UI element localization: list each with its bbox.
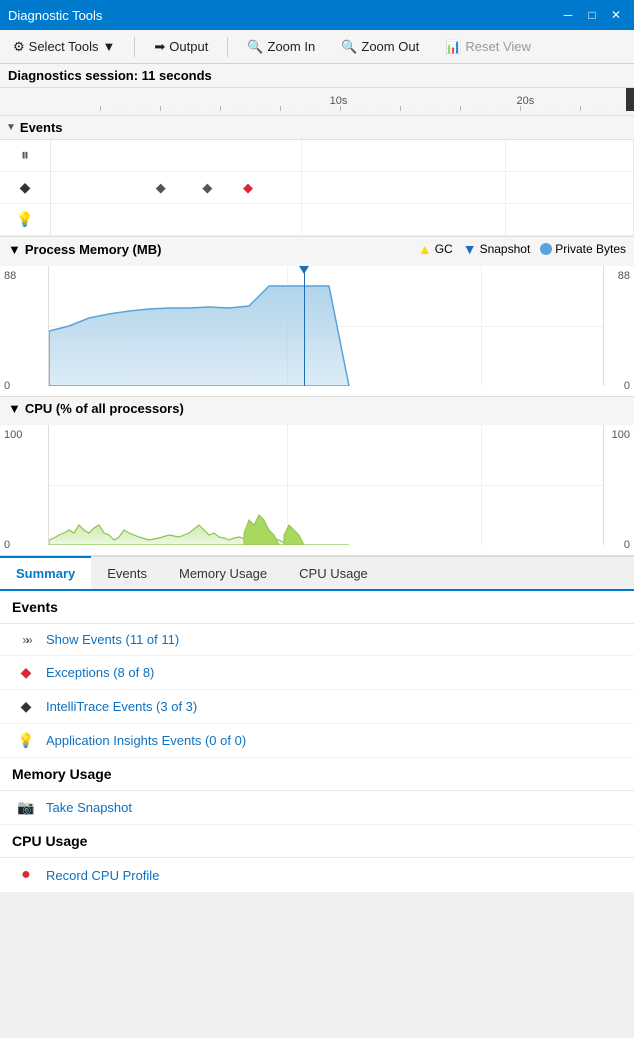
restore-button[interactable]: □ — [582, 5, 602, 25]
dropdown-arrow-icon: ▼ — [103, 39, 116, 54]
take-snapshot-link[interactable]: Take Snapshot — [46, 800, 132, 815]
insights-item[interactable]: 💡 Application Insights Events (0 of 0) — [0, 724, 634, 758]
events-title: Events — [20, 120, 63, 135]
tab-memory-usage[interactable]: Memory Usage — [163, 557, 283, 589]
insights-link[interactable]: Application Insights Events (0 of 0) — [46, 733, 246, 748]
insights-track — [50, 204, 634, 235]
take-snapshot-item[interactable]: 📷 Take Snapshot — [0, 791, 634, 825]
ruler-track: 10s 20s — [100, 88, 634, 111]
gc-icon: ▲ — [418, 241, 432, 257]
intellitrace-link[interactable]: IntelliTrace Events (3 of 3) — [46, 699, 197, 714]
snapshot-legend-icon: ▼ — [463, 241, 477, 257]
gc-legend: ▲ GC — [418, 241, 453, 257]
close-button[interactable]: ✕ — [606, 5, 626, 25]
snapshot-triangle-icon — [299, 266, 309, 274]
charts-area: ▼ Events ⏸ ◆ ◆ ◆ ◆ 💡 — [0, 116, 634, 556]
minimize-button[interactable]: ─ — [558, 5, 578, 25]
memory-collapse-icon: ▼ — [8, 242, 21, 257]
ruler-20s: 20s — [517, 95, 535, 107]
event-marker-3: ◆ — [243, 180, 253, 196]
cpu-section: ▼ CPU (% of all processors) 100 0 — [0, 397, 634, 556]
intellitrace-item[interactable]: ◆ IntelliTrace Events (3 of 3) — [0, 690, 634, 724]
window-title: Diagnostic Tools — [8, 8, 102, 23]
exception-row-icon: ◆ — [0, 179, 50, 196]
summary-cpu-title: CPU Usage — [0, 825, 634, 858]
exception-event-row: ◆ ◆ ◆ ◆ — [0, 172, 634, 204]
zoom-out-button[interactable]: 🔍 Zoom Out — [334, 36, 426, 58]
exception-diamond-icon: ◆ — [16, 664, 36, 681]
record-circle-icon: ● — [16, 866, 36, 884]
summary-events-title: Events — [0, 591, 634, 624]
output-button[interactable]: ➡ Output — [147, 36, 215, 58]
pause-event-row: ⏸ — [0, 140, 634, 172]
session-info: Diagnostics session: 11 seconds — [0, 64, 634, 88]
show-events-item[interactable]: »» Show Events (11 of 11) — [0, 624, 634, 656]
reset-view-button[interactable]: 📊 Reset View — [438, 36, 538, 58]
cpu-chart-plot — [48, 425, 604, 545]
events-chart: ⏸ ◆ ◆ ◆ ◆ 💡 — [0, 140, 634, 237]
events-section-header: ▼ Events — [0, 116, 634, 140]
exception-track: ◆ ◆ ◆ — [50, 172, 634, 203]
snapshot-legend: ▼ Snapshot — [463, 241, 531, 257]
show-events-link[interactable]: Show Events (11 of 11) — [46, 632, 179, 647]
zoom-out-icon: 🔍 — [341, 39, 357, 55]
memory-y-labels-left: 88 0 — [0, 266, 48, 396]
toolbar-separator-2 — [227, 37, 228, 57]
cpu-title: CPU (% of all processors) — [25, 401, 184, 416]
select-tools-button[interactable]: ⚙ Select Tools ▼ — [6, 36, 122, 58]
show-events-icon: »» — [16, 633, 36, 647]
event-marker-2: ◆ — [202, 180, 212, 196]
toolbar: ⚙ Select Tools ▼ ➡ Output 🔍 Zoom In 🔍 Zo… — [0, 30, 634, 64]
toolbar-separator — [134, 37, 135, 57]
memory-chart-container: 88 0 — [0, 266, 634, 396]
cpu-chart-container: 100 0 — [0, 425, 634, 555]
memory-section: ▼ Process Memory (MB) ▲ GC ▼ Snapshot Pr… — [0, 237, 634, 397]
tab-summary[interactable]: Summary — [0, 556, 91, 589]
private-bytes-legend: Private Bytes — [540, 242, 626, 256]
window-controls: ─ □ ✕ — [558, 5, 626, 25]
exceptions-item[interactable]: ◆ Exceptions (8 of 8) — [0, 656, 634, 690]
summary-panel: Events »» Show Events (11 of 11) ◆ Excep… — [0, 591, 634, 893]
title-bar: Diagnostic Tools ─ □ ✕ — [0, 0, 634, 30]
tab-cpu-usage[interactable]: CPU Usage — [283, 557, 384, 589]
camera-icon: 📷 — [16, 799, 36, 816]
insights-bulb-icon: 💡 — [16, 732, 36, 749]
timeline-ruler: 10s 20s — [0, 88, 634, 116]
memory-header: ▼ Process Memory (MB) ▲ GC ▼ Snapshot Pr… — [0, 237, 634, 261]
insights-icon: 💡 — [0, 211, 50, 228]
exceptions-link[interactable]: Exceptions (8 of 8) — [46, 665, 154, 680]
pause-icon: ⏸ — [0, 147, 50, 165]
insights-event-row: 💡 — [0, 204, 634, 236]
memory-legend: ▲ GC ▼ Snapshot Private Bytes — [418, 241, 626, 257]
memory-y-labels-right: 88 0 — [604, 266, 634, 396]
ruler-10s: 10s — [330, 95, 348, 107]
private-bytes-icon — [540, 243, 552, 255]
gear-icon: ⚙ — [13, 39, 25, 55]
memory-title: Process Memory (MB) — [25, 242, 162, 257]
cpu-collapse-icon: ▼ — [8, 401, 21, 416]
snapshot-marker — [304, 266, 305, 386]
cpu-header: ▼ CPU (% of all processors) — [0, 397, 634, 420]
event-marker-1: ◆ — [156, 180, 166, 196]
summary-memory-title: Memory Usage — [0, 758, 634, 791]
cpu-y-labels-right: 100 0 — [604, 425, 634, 555]
reset-icon: 📊 — [445, 39, 461, 55]
record-cpu-link[interactable]: Record CPU Profile — [46, 868, 159, 883]
bottom-tabs: Summary Events Memory Usage CPU Usage — [0, 556, 634, 591]
record-cpu-item[interactable]: ● Record CPU Profile — [0, 858, 634, 893]
output-icon: ➡ — [154, 39, 165, 55]
pause-track — [50, 140, 634, 171]
collapse-triangle-icon: ▼ — [6, 122, 16, 133]
tab-events[interactable]: Events — [91, 557, 163, 589]
intellitrace-diamond-icon: ◆ — [16, 698, 36, 715]
zoom-in-button[interactable]: 🔍 Zoom In — [240, 36, 322, 58]
memory-chart-plot — [48, 266, 604, 386]
zoom-in-icon: 🔍 — [247, 39, 263, 55]
cpu-y-labels-left: 100 0 — [0, 425, 48, 555]
